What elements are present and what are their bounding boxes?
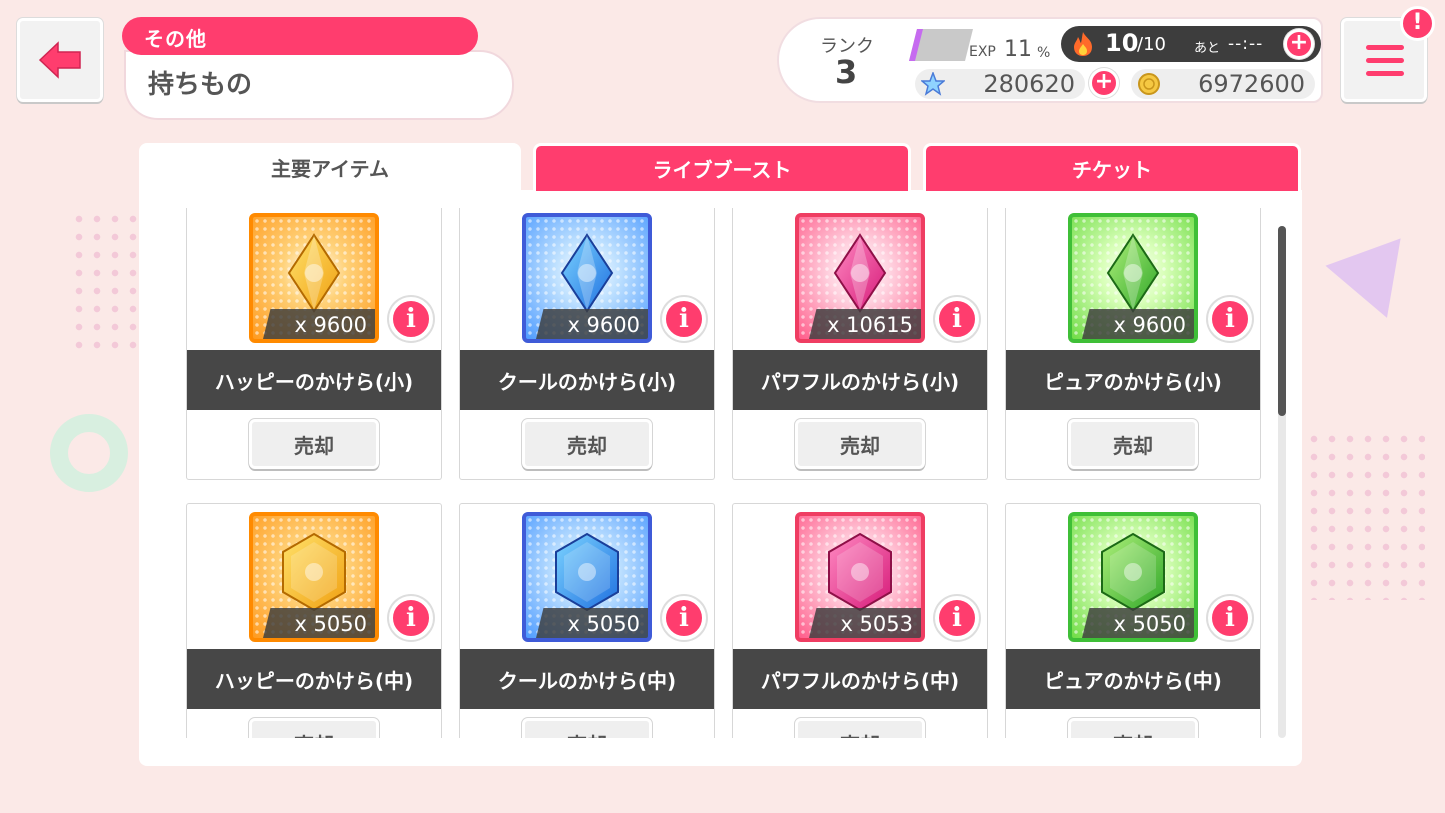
exp-progress-bar (909, 29, 973, 61)
item-quantity: x 5053 (840, 612, 913, 636)
fire-icon (1074, 32, 1092, 56)
item-quantity: x 5050 (294, 612, 367, 636)
item-card[interactable]: x 9600 i ハッピーのかけら(小) 売却 (186, 208, 442, 480)
player-status-panel: ランク 3 EXP 11 % 10 /10 あと --:-- + 280620 … (777, 17, 1323, 103)
item-thumbnail: x 5050 (249, 512, 379, 642)
coin-display: 6972600 (1131, 69, 1315, 99)
item-name: ハッピーのかけら(小) (187, 350, 441, 410)
shard-gem-icon (828, 532, 892, 612)
info-button[interactable]: i (389, 297, 433, 341)
item-card[interactable]: x 5050 i ピュアのかけら(中) 売却 (1005, 503, 1261, 738)
stamina-timer: --:-- (1228, 34, 1264, 54)
menu-icon-line (1366, 58, 1404, 63)
info-button[interactable]: i (662, 596, 706, 640)
stamina-add-button[interactable]: + (1284, 29, 1314, 59)
sell-button[interactable]: 売却 (1068, 419, 1198, 469)
shard-gem-icon (833, 233, 887, 313)
rank-value: 3 (835, 53, 858, 91)
star-gem-icon (921, 72, 945, 96)
stamina-current: 10 (1105, 29, 1139, 57)
item-card[interactable]: x 5050 i ハッピーのかけら(中) 売却 (186, 503, 442, 738)
page-category: その他 (122, 17, 478, 55)
item-thumbnail: x 9600 (522, 213, 652, 343)
item-grid[interactable]: x 9600 i ハッピーのかけら(小) 売却 x 9600 i クールのかけら… (186, 208, 1264, 738)
menu-icon-line (1366, 71, 1404, 76)
item-card[interactable]: x 9600 i ピュアのかけら(小) 売却 (1005, 208, 1261, 480)
item-thumbnail: x 9600 (249, 213, 379, 343)
item-quantity: x 9600 (567, 313, 640, 337)
back-arrow-icon (38, 41, 81, 79)
scrollbar-thumb[interactable] (1278, 226, 1286, 416)
item-thumbnail: x 5050 (1068, 512, 1198, 642)
info-button[interactable]: i (662, 297, 706, 341)
bg-dots-decoration (70, 210, 140, 350)
coin-value: 6972600 (1198, 70, 1305, 98)
item-name: パワフルのかけら(中) (733, 649, 987, 709)
shard-gem-icon (282, 532, 346, 612)
bg-triangle-decoration (1325, 238, 1425, 332)
info-button[interactable]: i (935, 596, 979, 640)
tab-tickets[interactable]: チケット (923, 143, 1301, 191)
sell-button[interactable]: 売却 (249, 419, 379, 469)
item-quantity: x 10615 (827, 313, 913, 337)
item-quantity: x 9600 (1113, 313, 1186, 337)
exp-value: 11 (1004, 37, 1032, 62)
stamina-display: 10 /10 あと --:-- (1061, 26, 1321, 62)
star-gem-value: 280620 (983, 70, 1075, 98)
back-button[interactable] (17, 18, 103, 102)
coin-icon (1138, 73, 1160, 95)
item-card[interactable]: x 10615 i パワフルのかけら(小) 売却 (732, 208, 988, 480)
item-thumbnail: x 5050 (522, 512, 652, 642)
item-card[interactable]: x 9600 i クールのかけら(小) 売却 (459, 208, 715, 480)
item-thumbnail: x 5053 (795, 512, 925, 642)
info-button[interactable]: i (935, 297, 979, 341)
shard-gem-icon (1106, 233, 1160, 313)
item-name: パワフルのかけら(小) (733, 350, 987, 410)
sell-button[interactable]: 売却 (249, 718, 379, 738)
tab-live-boost[interactable]: ライブブースト (533, 143, 911, 191)
info-button[interactable]: i (389, 596, 433, 640)
item-quantity: x 9600 (294, 313, 367, 337)
item-thumbnail: x 10615 (795, 213, 925, 343)
item-quantity: x 5050 (1113, 612, 1186, 636)
stamina-remaining-label: あと (1194, 41, 1221, 56)
shard-gem-icon (560, 233, 614, 313)
exp-label: EXP (969, 44, 996, 60)
sell-button[interactable]: 売却 (795, 419, 925, 469)
item-name: ハッピーのかけら(中) (187, 649, 441, 709)
page-title: 持ちもの (124, 50, 514, 120)
stamina-max: /10 (1137, 34, 1166, 55)
item-name: クールのかけら(中) (460, 649, 714, 709)
tab-main-items[interactable]: 主要アイテム (139, 143, 521, 191)
item-quantity: x 5050 (567, 612, 640, 636)
star-gem-add-button[interactable]: + (1089, 68, 1119, 98)
info-button[interactable]: i (1208, 596, 1252, 640)
info-button[interactable]: i (1208, 297, 1252, 341)
star-gem-display: 280620 (915, 69, 1085, 99)
notification-badge: ! (1400, 6, 1435, 41)
menu-icon (1366, 45, 1404, 50)
sell-button[interactable]: 売却 (1068, 718, 1198, 738)
item-thumbnail: x 9600 (1068, 213, 1198, 343)
item-card[interactable]: x 5050 i クールのかけら(中) 売却 (459, 503, 715, 738)
item-card[interactable]: x 5053 i パワフルのかけら(中) 売却 (732, 503, 988, 738)
item-name: ピュアのかけら(中) (1006, 649, 1260, 709)
bg-dots-decoration (1305, 430, 1425, 600)
exp-unit: % (1037, 45, 1051, 61)
item-name: ピュアのかけら(小) (1006, 350, 1260, 410)
item-name: クールのかけら(小) (460, 350, 714, 410)
shard-gem-icon (1101, 532, 1165, 612)
bg-ring-decoration (50, 414, 128, 492)
page-title-block: 持ちもの その他 (122, 17, 514, 120)
sell-button[interactable]: 売却 (522, 718, 652, 738)
sell-button[interactable]: 売却 (522, 419, 652, 469)
sell-button[interactable]: 売却 (795, 718, 925, 738)
shard-gem-icon (555, 532, 619, 612)
scrollbar[interactable] (1278, 226, 1286, 738)
shard-gem-icon (287, 233, 341, 313)
